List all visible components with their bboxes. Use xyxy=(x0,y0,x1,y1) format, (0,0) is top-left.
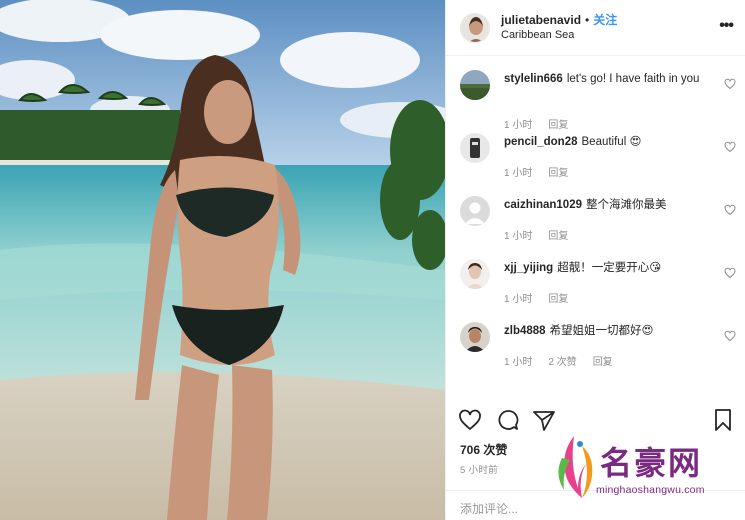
post-photo[interactable] xyxy=(0,0,445,520)
separator-dot: • xyxy=(585,12,590,27)
commenter-username[interactable]: caizhinan1029 xyxy=(504,199,582,211)
commenter-avatar[interactable] xyxy=(460,70,490,100)
like-comment-heart-icon[interactable] xyxy=(724,141,736,153)
comment-meta: 1 小时 回复 xyxy=(504,227,568,242)
watermark-url: minghaoshangwu.com xyxy=(596,484,705,496)
commenter-username[interactable]: xjj_yijing xyxy=(504,262,553,274)
site-watermark: 名豪网 minghaoshangwu.com xyxy=(552,432,742,506)
share-paper-plane-icon[interactable] xyxy=(532,408,556,432)
bookmark-icon[interactable] xyxy=(711,408,735,432)
comment-list: stylelin666 let's go! I have faith in you… xyxy=(446,62,745,377)
post-timestamp[interactable]: 5 小时前 xyxy=(460,462,498,476)
commenter-avatar[interactable] xyxy=(460,259,490,289)
reply-link[interactable]: 回复 xyxy=(548,227,568,242)
follow-button[interactable]: 关注 xyxy=(593,13,617,28)
like-heart-icon[interactable] xyxy=(458,408,482,432)
comment-time: 1 小时 xyxy=(504,357,533,368)
commenter-avatar[interactable] xyxy=(460,133,490,163)
comment-time: 1 小时 xyxy=(504,231,533,242)
comment-text: 希望姐姐一切都好😍 xyxy=(549,325,654,337)
comment-bubble-icon[interactable] xyxy=(496,408,520,432)
reply-link[interactable]: 回复 xyxy=(593,353,613,368)
reply-link[interactable]: 回复 xyxy=(548,164,568,179)
comment-time: 1 小时 xyxy=(504,294,533,305)
comment-item: zlb4888 希望姐姐一切都好😍 1 小时 2 次赞 回复 xyxy=(446,314,745,377)
like-comment-heart-icon[interactable] xyxy=(724,267,736,279)
comment-time: 1 小时 xyxy=(504,168,533,179)
commenter-username[interactable]: zlb4888 xyxy=(504,325,546,337)
like-comment-heart-icon[interactable] xyxy=(724,330,736,342)
comment-meta: 1 小时 2 次赞 回复 xyxy=(504,353,613,368)
commenter-avatar[interactable] xyxy=(460,322,490,352)
comment-item: caizhinan1029 整个海滩你最美 1 小时 回复 xyxy=(446,188,745,251)
watermark-title: 名豪网 xyxy=(600,444,703,482)
commenter-username[interactable]: stylelin666 xyxy=(504,73,563,85)
reply-link[interactable]: 回复 xyxy=(548,290,568,305)
comment-meta: 1 小时 回复 xyxy=(504,164,568,179)
comment-text: Beautiful 😍 xyxy=(581,136,642,148)
like-comment-heart-icon[interactable] xyxy=(724,204,736,216)
comment-item: stylelin666 let's go! I have faith in you… xyxy=(446,62,745,131)
commenter-username[interactable]: pencil_don28 xyxy=(504,136,578,148)
comment-meta: 1 小时 回复 xyxy=(504,290,568,305)
post-location[interactable]: Caribbean Sea xyxy=(501,28,617,43)
comment-text: 整个海滩你最美 xyxy=(585,199,667,211)
comment-item: xjj_yijing 超靓！一定要开心😘 1 小时 回复 xyxy=(446,251,745,314)
comment-likes[interactable]: 2 次赞 xyxy=(548,353,576,368)
add-comment-input[interactable]: 添加评论... xyxy=(460,500,518,517)
commenter-avatar[interactable] xyxy=(460,196,490,226)
comment-text: let's go! I have faith in you xyxy=(566,73,700,85)
comment-item: pencil_don28 Beautiful 😍 1 小时 回复 xyxy=(446,125,745,188)
like-count[interactable]: 706 次赞 xyxy=(460,441,507,458)
watermark-logo-icon xyxy=(558,436,593,498)
beach-photo-image xyxy=(0,0,445,520)
like-comment-heart-icon[interactable] xyxy=(724,78,736,90)
post-header: julietabenavid • 关注 Caribbean Sea ••• xyxy=(446,0,745,56)
comment-text: 超靓！一定要开心😘 xyxy=(557,262,662,274)
author-username[interactable]: julietabenavid xyxy=(501,13,581,28)
author-avatar[interactable] xyxy=(460,12,490,43)
more-options-icon[interactable]: ••• xyxy=(719,17,734,35)
